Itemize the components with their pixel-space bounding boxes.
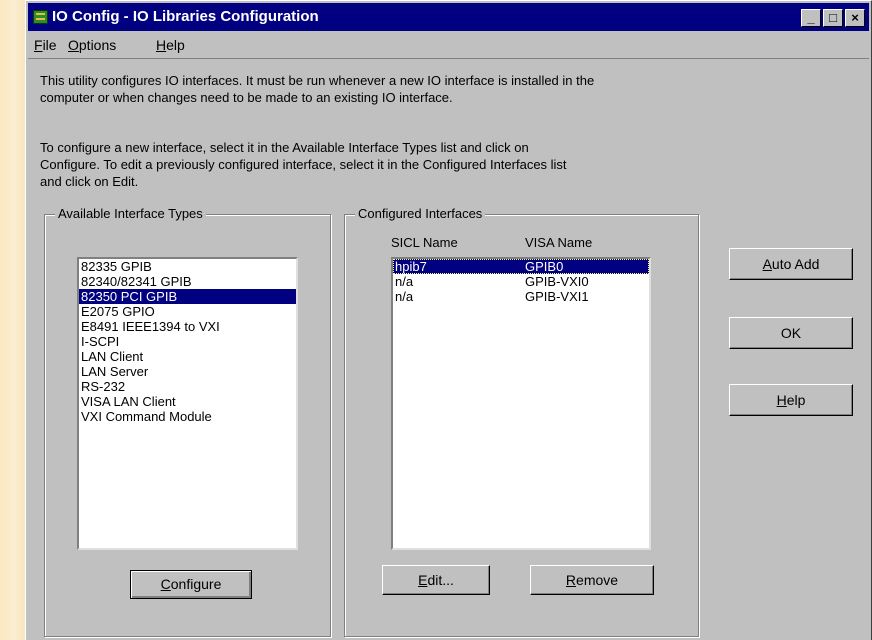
available-interface-item[interactable]: E8491 IEEE1394 to VXI (79, 319, 296, 334)
auto-add-button[interactable]: Auto Add (729, 248, 853, 280)
menu-help[interactable]: Help (156, 37, 185, 53)
available-interface-item[interactable]: 82340/82341 GPIB (79, 274, 296, 289)
window-title: IO Config - IO Libraries Configuration (52, 8, 319, 25)
sicl-name-cell: hpib7 (395, 259, 427, 274)
maximize-button[interactable]: □ (823, 9, 843, 27)
dialog-body: This utility configures IO interfaces. I… (28, 58, 869, 640)
remove-button[interactable]: Remove (530, 565, 654, 595)
visa-name-cell: GPIB-VXI0 (525, 274, 589, 289)
ok-button[interactable]: OK (729, 317, 853, 349)
available-interface-item[interactable]: E2075 GPIO (79, 304, 296, 319)
configure-button[interactable]: Configure (130, 570, 252, 599)
available-interface-item[interactable]: VXI Command Module (79, 409, 296, 424)
menu-file[interactable]: File (34, 37, 57, 53)
instructions-text: To configure a new interface, select it … (40, 140, 567, 189)
edit-button[interactable]: Edit... (382, 565, 490, 595)
close-button[interactable]: × (845, 9, 865, 27)
menu-bar: File Options Help (28, 34, 869, 56)
available-interface-item[interactable]: 82335 GPIB (79, 259, 296, 274)
visa-name-header: VISA Name (525, 235, 593, 250)
app-icon (33, 10, 48, 24)
available-interfaces-list[interactable]: 82335 GPIB 82340/82341 GPIB 82350 PCI GPIB… (77, 257, 298, 550)
available-interface-item[interactable]: RS-232 (79, 379, 296, 394)
configured-interfaces-label: Configured Interfaces (355, 206, 486, 222)
available-interface-item[interactable]: LAN Client (79, 349, 296, 364)
configured-interfaces-group: Configured Interfaces SICL Name VISA Nam… (344, 206, 699, 637)
sicl-name-cell: n/a (395, 289, 414, 304)
minimize-button[interactable]: _ (801, 9, 821, 27)
configured-interface-row[interactable]: n/a GPIB-VXI0 (393, 274, 649, 289)
available-interfaces-group: Available Interface Types 82335 GPIB 8234… (44, 206, 331, 637)
configured-interface-row[interactable]: n/a GPIB-VXI1 (393, 289, 649, 304)
visa-name-cell: GPIB0 (525, 259, 564, 274)
configured-interfaces-list[interactable]: hpib7 GPIB0 n/a GPIB-VXI0 n/a GPIB-VXI1 (391, 257, 651, 550)
title-bar[interactable]: IO Config - IO Libraries Configuration _… (28, 3, 869, 31)
sicl-name-cell: n/a (395, 274, 414, 289)
io-config-window: IO Config - IO Libraries Configuration _… (25, 0, 872, 640)
menu-options[interactable]: Options (68, 37, 116, 53)
visa-name-cell: GPIB-VXI1 (525, 289, 589, 304)
sicl-name-header: SICL Name (391, 235, 458, 250)
available-interface-item[interactable]: I-SCPI (79, 334, 296, 349)
available-interfaces-label: Available Interface Types (55, 206, 206, 222)
available-interface-item[interactable]: LAN Server (79, 364, 296, 379)
configured-interface-row[interactable]: hpib7 GPIB0 (393, 259, 649, 274)
intro-text: This utility configures IO interfaces. I… (40, 73, 595, 105)
available-interface-item[interactable]: VISA LAN Client (79, 394, 296, 409)
help-button[interactable]: Help (729, 384, 853, 416)
available-interface-item[interactable]: 82350 PCI GPIB (79, 289, 296, 304)
